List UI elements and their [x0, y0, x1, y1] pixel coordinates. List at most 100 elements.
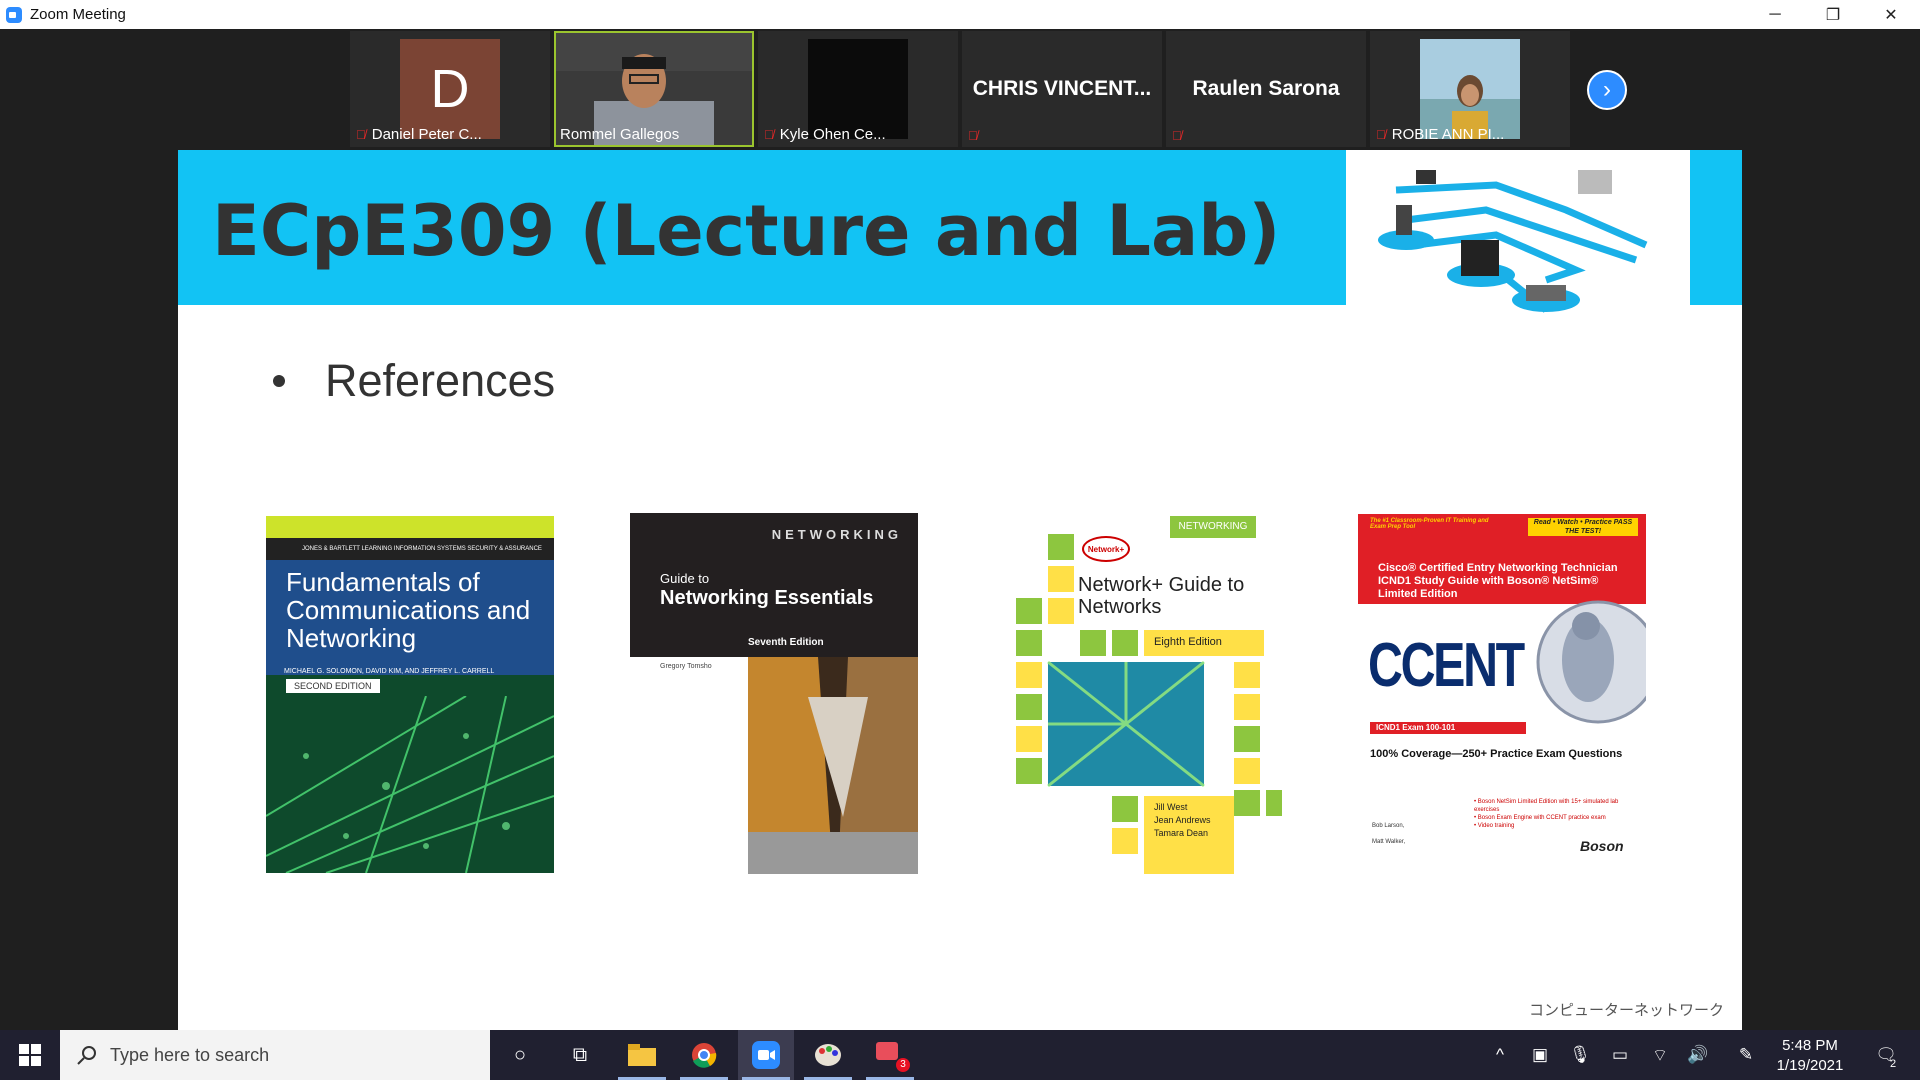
book-publisher: Boson	[1580, 838, 1624, 854]
clock-date: 1/19/2021	[1776, 1057, 1844, 1074]
windows-taskbar: Type here to search ○ ⧉ 3 ^ ▣ 🎙 ▭ ⌔ 🔊 ✎ …	[0, 1030, 1920, 1080]
participant-name: Raulen Sarona	[1192, 77, 1340, 100]
slide-title: ECpE309 (Lecture and Lab)	[212, 190, 1281, 272]
bullet-icon	[273, 375, 285, 387]
book-tag: Read • Watch • Practice PASS THE TEST!	[1528, 518, 1638, 536]
book-cover-ccent: The #1 Classroom-Proven IT Training and …	[1358, 514, 1646, 874]
book-title: Network+ Guide to Networks	[1078, 574, 1245, 618]
book-features: • Boson NetSim Limited Edition with 15+ …	[1474, 798, 1624, 830]
battery-icon: ▭	[1611, 1045, 1629, 1064]
participant-tile[interactable]: 🎙̸ ROBIE ANN PI...	[1370, 31, 1570, 147]
shared-screen-slide: ECpE309 (Lecture and Lab) References JON…	[178, 150, 1742, 1030]
task-view-button[interactable]: ⧉	[552, 1030, 608, 1080]
taskbar-search-box[interactable]: Type here to search	[60, 1030, 490, 1080]
book-authors: MICHAEL G. SOLOMON, DAVID KIM, AND JEFFR…	[284, 668, 495, 675]
volume-button[interactable]: 🔊	[1686, 1030, 1710, 1080]
book-authors: Jill West Jean Andrews Tamara Dean	[1154, 801, 1211, 840]
participant-name: Rommel Gallegos	[560, 126, 680, 143]
participant-name: Kyle Ohen Ce...	[779, 126, 886, 143]
participant-tile[interactable]: CHRIS VINCENT... 🎙̸	[962, 31, 1162, 147]
book-cover-art	[1536, 600, 1646, 724]
book-pretitle: Guide to	[660, 571, 710, 586]
book-tag: The #1 Classroom-Proven IT Training and …	[1370, 518, 1489, 530]
book-author: Gregory Tomsho	[660, 663, 712, 670]
book-logo: Network+	[1082, 536, 1130, 562]
file-explorer-button[interactable]	[614, 1030, 670, 1080]
book-cover-fundamentals: JONES & BARTLETT LEARNING INFORMATION SY…	[266, 516, 554, 873]
action-center-button[interactable]: 🗨 2	[1866, 1030, 1906, 1080]
paint-button[interactable]	[800, 1030, 856, 1080]
task-view-icon: ⧉	[572, 1043, 588, 1066]
participant-strip: D 🎙̸ Daniel Peter C... Rommel Gallegos 🎙̸…	[0, 29, 1920, 149]
show-hidden-icons-button[interactable]: ^	[1488, 1030, 1512, 1080]
notification-badge: 3	[896, 1058, 910, 1072]
close-button[interactable]: ✕	[1862, 0, 1920, 29]
chrome-icon	[692, 1043, 717, 1068]
book-header: NETWORKING	[771, 527, 902, 542]
battery-button[interactable]: ▭	[1608, 1030, 1632, 1080]
book-author: Jean Andrews	[1154, 815, 1211, 825]
network-button[interactable]: ⌔	[1648, 1030, 1672, 1080]
chrome-button[interactable]	[676, 1030, 732, 1080]
microphone-icon: 🎙	[1569, 1045, 1591, 1064]
restore-button[interactable]: ❐	[1804, 0, 1862, 29]
feature-item: • Video training	[1474, 823, 1515, 829]
book-title: Fundamentals of Communications and Netwo…	[286, 567, 531, 653]
participant-tile[interactable]: Raulen Sarona 🎙̸	[1166, 31, 1366, 147]
mic-muted-icon: 🎙̸	[356, 127, 366, 142]
bullet-text: References	[325, 355, 556, 406]
book-cover-art	[1016, 534, 1282, 874]
avatar: D	[400, 39, 500, 139]
book-subtitle: Cisco® Certified Entry Networking Techni…	[1378, 562, 1618, 600]
mic-muted-icon: 🎙̸	[968, 128, 978, 143]
bullet-item: References	[273, 355, 555, 407]
cortana-button[interactable]: ○	[492, 1030, 548, 1080]
participant-tile[interactable]: 🎙̸ Kyle Ohen Ce...	[758, 31, 958, 147]
participant-tile[interactable]: D 🎙̸ Daniel Peter C...	[350, 31, 550, 147]
camera-icon: ▣	[1531, 1045, 1549, 1064]
participant-video	[808, 39, 908, 139]
taskbar-clock[interactable]: 5:48 PM 1/19/2021	[1760, 1036, 1860, 1076]
book-cover-art	[266, 696, 554, 873]
book-coverage: 100% Coverage—250+ Practice Exam Questio…	[1370, 748, 1623, 760]
meet-now-button[interactable]: ▣	[1528, 1030, 1552, 1080]
participant-tile[interactable]: Rommel Gallegos	[554, 31, 754, 147]
network-diagram-image	[1346, 150, 1690, 340]
feature-item: • Boson Exam Engine with CCENT practice …	[1474, 815, 1606, 821]
speaker-icon: 🔊	[1687, 1045, 1709, 1064]
participant-name: CHRIS VINCENT...	[972, 77, 1152, 100]
chevron-up-icon: ^	[1496, 1045, 1504, 1064]
zoom-taskbar-button[interactable]	[738, 1030, 794, 1080]
start-button[interactable]	[0, 1030, 60, 1080]
book-title: CCENT	[1368, 631, 1525, 700]
participant-name: ROBIE ANN PI...	[1391, 126, 1505, 143]
book-series: JONES & BARTLETT LEARNING INFORMATION SY…	[266, 538, 554, 574]
cortana-icon: ○	[513, 1043, 527, 1066]
zoom-app-icon	[6, 6, 22, 23]
window-title-bar: Zoom Meeting ─ ❐ ✕	[0, 0, 1920, 29]
search-placeholder: Type here to search	[110, 1044, 270, 1065]
wifi-icon: ⌔	[1652, 1045, 1668, 1065]
feature-item: • Boson NetSim Limited Edition with 15+ …	[1474, 799, 1619, 813]
microphone-button[interactable]: 🎙	[1568, 1030, 1592, 1080]
participant-video	[1420, 39, 1520, 139]
book-author: Tamara Dean	[1154, 828, 1209, 838]
mic-muted-icon: 🎙̸	[1172, 128, 1182, 143]
slide-footer-text: コンピューターネットワーク	[1528, 1002, 1724, 1019]
book-edition: SECOND EDITION	[286, 679, 380, 693]
folder-icon	[628, 1044, 656, 1066]
zoom-icon	[752, 1041, 780, 1069]
search-icon	[77, 1046, 96, 1065]
pen-icon: ✎	[1738, 1045, 1754, 1064]
book-cover-networking-essentials: NETWORKING Guide to Networking Essential…	[630, 513, 918, 874]
book-edition: Seventh Edition	[748, 637, 824, 648]
minimize-button[interactable]: ─	[1746, 0, 1804, 29]
next-participants-button[interactable]: ›	[1587, 70, 1627, 110]
mic-muted-icon: 🎙̸	[1376, 127, 1386, 142]
meeting-app-button[interactable]: 3	[862, 1030, 918, 1080]
mic-muted-icon: 🎙̸	[764, 127, 774, 142]
pen-workspace-button[interactable]: ✎	[1734, 1030, 1758, 1080]
notification-count: 2	[1890, 1058, 1897, 1070]
book-author: Jill West	[1154, 802, 1188, 812]
book-edition: Eighth Edition	[1154, 636, 1222, 648]
